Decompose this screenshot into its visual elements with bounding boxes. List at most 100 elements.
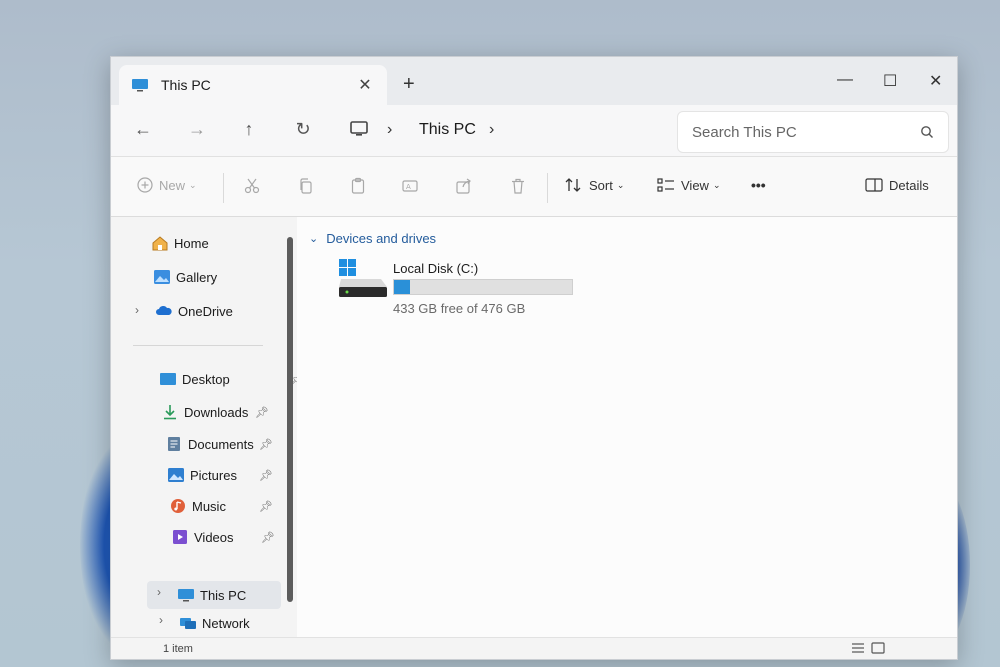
chevron-down-icon: ⌄ xyxy=(189,179,197,190)
computer-icon[interactable] xyxy=(349,121,369,137)
address-row: ← → ↑ ↻ › This PC › Search This PC xyxy=(111,105,957,157)
sidebar-item-desktop[interactable]: Desktop 📌︎ xyxy=(159,367,304,391)
devices-and-drives-header[interactable]: ⌄ Devices and drives xyxy=(309,231,436,246)
toolbar-divider xyxy=(547,173,548,203)
drive-usage-fill xyxy=(394,280,411,294)
new-button[interactable]: New ⌄ xyxy=(137,177,197,193)
minimize-button[interactable]: — xyxy=(837,71,853,89)
sidebar-item-label: Home xyxy=(174,235,209,251)
cloud-icon xyxy=(156,305,172,315)
breadcrumb-this-pc[interactable]: This PC xyxy=(419,121,476,139)
gallery-icon xyxy=(154,270,170,284)
tab-this-pc[interactable]: This PC ✕ xyxy=(119,65,387,105)
monitor-icon xyxy=(132,79,148,92)
group-header-label: Devices and drives xyxy=(326,231,437,246)
back-button[interactable]: ← xyxy=(131,119,155,140)
pin-icon: 📌︎ xyxy=(259,469,273,482)
chevron-right-icon[interactable]: › xyxy=(135,303,139,317)
up-button[interactable]: ↑ xyxy=(237,119,261,140)
computer-icon xyxy=(178,589,194,602)
cut-button[interactable] xyxy=(243,177,267,195)
title-bar: This PC ✕ + — ☐ ✕ xyxy=(111,57,957,105)
clipboard-icon xyxy=(351,177,365,194)
chevron-down-icon: ⌄ xyxy=(309,233,319,245)
search-box[interactable]: Search This PC xyxy=(677,111,949,153)
sidebar-item-documents[interactable]: Documents 📌︎ xyxy=(165,432,273,456)
sort-label: Sort xyxy=(589,177,613,193)
trash-icon xyxy=(512,178,524,194)
forward-button[interactable]: → xyxy=(185,119,209,140)
desktop-icon xyxy=(160,373,176,385)
sort-button[interactable]: Sort ⌄ xyxy=(565,177,624,193)
details-view-icon[interactable] xyxy=(851,642,865,654)
pin-icon: 📌︎ xyxy=(261,531,275,544)
item-count: 1 item xyxy=(163,643,193,655)
delete-button[interactable] xyxy=(509,177,533,195)
breadcrumb-separator: › xyxy=(387,121,393,138)
sidebar-item-downloads[interactable]: Downloads 📌︎ xyxy=(161,400,269,424)
refresh-button[interactable]: ↻ xyxy=(291,119,315,140)
rename-icon: A xyxy=(402,180,418,192)
share-button[interactable] xyxy=(455,177,479,195)
view-list-icon xyxy=(657,178,674,192)
sidebar-item-label: OneDrive xyxy=(178,303,233,319)
pictures-icon xyxy=(168,468,184,482)
plus-circle-icon xyxy=(137,177,153,193)
new-button-label: New xyxy=(159,177,186,193)
sidebar-item-label: Desktop xyxy=(182,371,230,387)
drive-usage-bar xyxy=(393,279,573,295)
hard-drive-icon xyxy=(339,259,387,297)
drive-local-disk-c[interactable]: Local Disk (C:) 433 GB free of 476 GB xyxy=(337,257,597,321)
new-tab-button[interactable]: + xyxy=(403,73,415,96)
maximize-button[interactable]: ☐ xyxy=(883,71,897,91)
sidebar-item-gallery[interactable]: Gallery xyxy=(153,265,298,289)
chevron-right-icon[interactable]: › xyxy=(157,585,161,599)
sidebar-item-label: Gallery xyxy=(176,269,218,285)
sidebar-item-label: Documents xyxy=(188,436,254,452)
paste-button[interactable] xyxy=(349,177,373,195)
sidebar-item-onedrive[interactable]: OneDrive xyxy=(155,299,300,323)
more-options-button[interactable]: ••• xyxy=(751,177,766,193)
tiles-view-icon[interactable] xyxy=(871,642,885,654)
status-bar: 1 item xyxy=(111,637,957,659)
sidebar-item-home[interactable]: Home xyxy=(151,231,296,255)
chevron-right-icon[interactable]: › xyxy=(159,613,163,627)
sidebar-item-this-pc[interactable]: This PC xyxy=(177,583,277,607)
chevron-down-icon: ⌄ xyxy=(616,179,625,190)
home-icon xyxy=(152,236,168,251)
pin-icon: 📌︎ xyxy=(255,406,269,419)
command-bar: New ⌄ A Sort ⌄ View ⌄ ••• Details xyxy=(111,157,957,217)
sidebar-item-label: Music xyxy=(192,498,226,514)
svg-text:A: A xyxy=(406,183,411,191)
chevron-down-icon: ⌄ xyxy=(712,179,721,190)
search-icon xyxy=(921,126,933,138)
share-icon xyxy=(456,178,471,194)
sidebar-scrollbar[interactable] xyxy=(287,237,293,602)
file-explorer-window: This PC ✕ + — ☐ ✕ ← → ↑ ↻ › This PC › Se… xyxy=(110,56,958,660)
details-pane-icon xyxy=(865,178,883,192)
copy-icon xyxy=(300,178,312,194)
details-label: Details xyxy=(889,177,929,193)
sidebar-item-label: Videos xyxy=(194,529,234,545)
sidebar-item-label: Pictures xyxy=(190,467,237,483)
copy-button[interactable] xyxy=(297,177,321,195)
breadcrumb-chevron[interactable]: › xyxy=(489,121,494,139)
rename-button[interactable]: A xyxy=(401,177,425,195)
sidebar-item-label: Downloads xyxy=(184,404,249,420)
close-tab-icon[interactable]: ✕ xyxy=(355,75,375,95)
details-button[interactable]: Details xyxy=(865,177,929,193)
sidebar-item-network[interactable]: Network xyxy=(179,611,279,635)
close-window-button[interactable]: ✕ xyxy=(929,71,942,91)
scissors-icon xyxy=(244,178,260,194)
sidebar-divider xyxy=(133,345,263,346)
search-input[interactable]: Search This PC xyxy=(692,124,920,141)
sidebar-item-music[interactable]: Music 📌︎ xyxy=(169,494,273,518)
music-icon xyxy=(171,499,185,513)
view-label: View xyxy=(681,177,709,193)
video-icon xyxy=(173,530,187,544)
view-button[interactable]: View ⌄ xyxy=(657,177,721,193)
content-pane: ⌄ Devices and drives Local Disk (C:) 433… xyxy=(297,217,957,637)
sidebar-item-pictures[interactable]: Pictures 📌︎ xyxy=(167,463,273,487)
navigation-pane: Home Gallery › OneDrive Desktop 📌︎ xyxy=(111,217,304,637)
sidebar-item-videos[interactable]: Videos 📌︎ xyxy=(171,525,275,549)
